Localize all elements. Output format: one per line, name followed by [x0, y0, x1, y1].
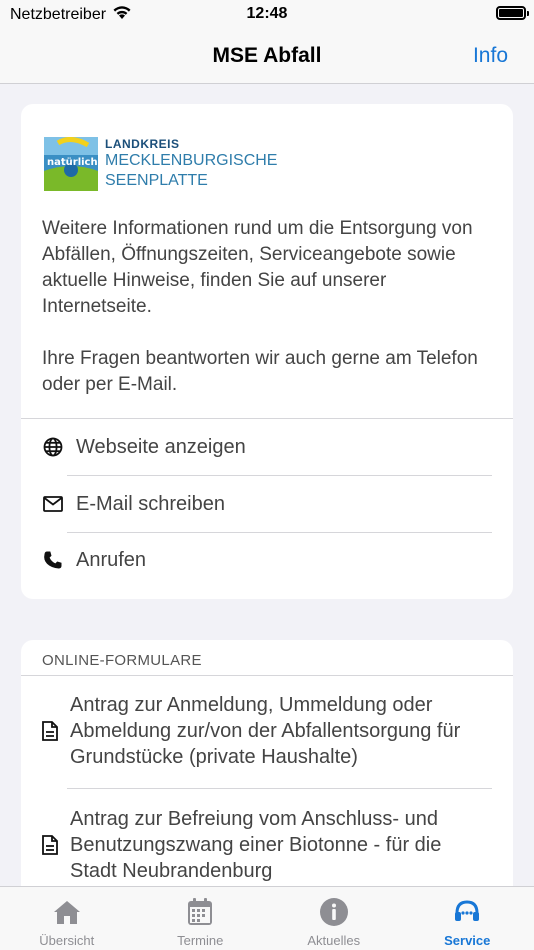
page-title: MSE Abfall: [212, 44, 322, 67]
phone-row[interactable]: Anrufen: [42, 532, 492, 588]
form-item[interactable]: Antrag zur Anmeldung, Ummeldung oder Abm…: [42, 692, 492, 770]
email-label: E-Mail schreiben: [76, 492, 225, 515]
mail-icon: [42, 493, 64, 515]
email-row[interactable]: E-Mail schreiben: [42, 476, 492, 532]
online-forms-card: ONLINE-FORMULARE Antrag zur Anmeldung, U…: [21, 640, 513, 900]
intro-paragraph-1: Weitere Informationen rund um die Entsor…: [42, 218, 473, 317]
divider: [67, 788, 492, 789]
form-item[interactable]: Antrag zur Befreiung vom Anschluss- und …: [42, 806, 492, 884]
phone-icon: [42, 549, 64, 571]
form-item-label: Antrag zur Anmeldung, Ummeldung oder Abm…: [70, 694, 461, 768]
tab-label: Übersicht: [39, 933, 95, 948]
logo-line-2: MECKLENBURGISCHE: [105, 152, 278, 169]
info-button[interactable]: Info: [473, 44, 508, 68]
logo-text: LANDKREIS MECKLENBURGISCHE SEENPLATTE: [105, 137, 277, 191]
logo-line-3: SEENPLATTE: [105, 172, 208, 189]
district-logo: natürlich! LANDKREIS MECKLENBURGISCHE SE…: [44, 137, 277, 191]
tab-overview[interactable]: Übersicht: [0, 887, 134, 950]
tab-bar: Übersicht Termine Aktuelles Service: [0, 886, 534, 950]
intro-text: Weitere Informationen rund um die Entsor…: [42, 216, 492, 398]
divider: [21, 675, 513, 676]
calendar-icon: [185, 897, 215, 927]
tab-service[interactable]: Service: [401, 887, 534, 950]
tab-news[interactable]: Aktuelles: [267, 887, 401, 950]
globe-icon: [42, 436, 64, 458]
logo-line-1: LANDKREIS: [105, 137, 180, 151]
document-icon: [42, 720, 58, 742]
logo-mark: natürlich!: [44, 137, 98, 191]
info-circle-icon: [319, 897, 349, 927]
clock: 12:48: [246, 5, 288, 22]
document-icon: [42, 834, 58, 856]
navigation-bar: MSE Abfall Info: [0, 30, 534, 84]
intro-paragraph-2: Ihre Fragen beantworten wir auch gerne a…: [42, 348, 478, 395]
headset-icon: [452, 897, 482, 927]
website-row[interactable]: Webseite anzeigen: [42, 419, 492, 475]
tab-label: Termine: [177, 933, 224, 948]
home-icon: [52, 897, 82, 927]
phone-label: Anrufen: [76, 548, 147, 571]
tab-label: Aktuelles: [307, 933, 361, 948]
tab-dates[interactable]: Termine: [134, 887, 268, 950]
section-header: ONLINE-FORMULARE: [42, 652, 202, 669]
form-item-label: Antrag zur Befreiung vom Anschluss- und …: [70, 808, 442, 882]
website-label: Webseite anzeigen: [76, 435, 246, 458]
battery-icon: [496, 6, 529, 20]
status-bar: Netzbetreiber 12:48: [0, 0, 534, 30]
logo-badge-text: natürlich!: [47, 157, 98, 168]
tab-label: Service: [444, 933, 491, 948]
contact-card: natürlich! LANDKREIS MECKLENBURGISCHE SE…: [21, 104, 513, 599]
